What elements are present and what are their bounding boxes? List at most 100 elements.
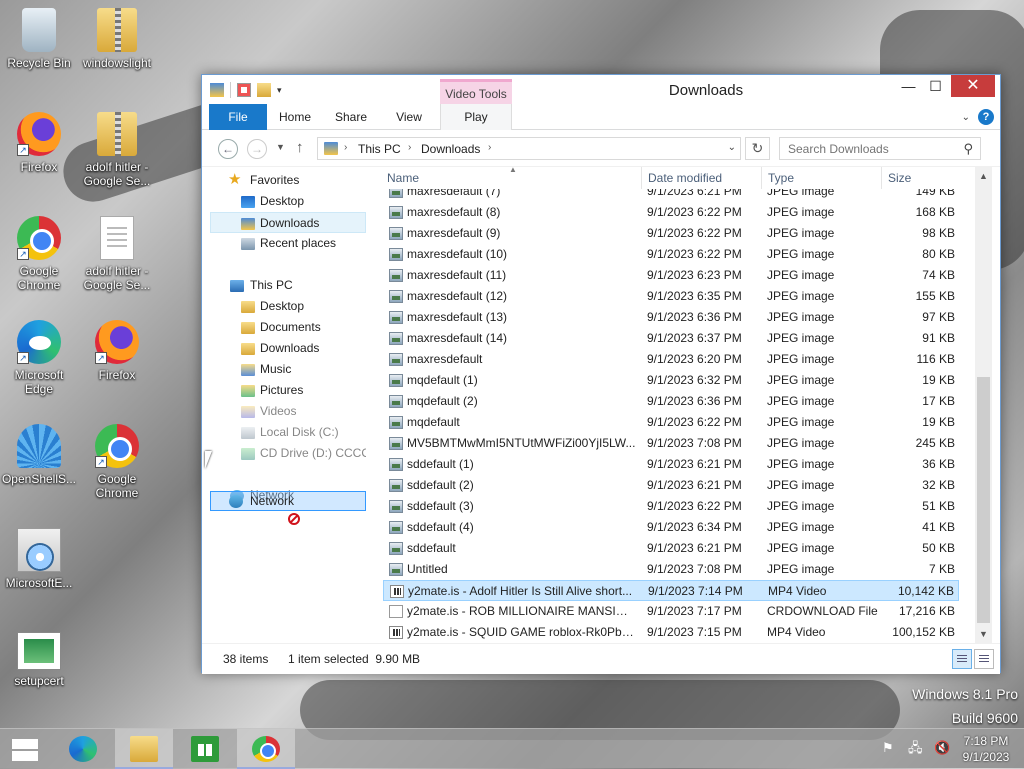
search-input[interactable] bbox=[786, 139, 956, 159]
file-row[interactable]: mqdefault 9/1/2023 6:22 PM JPEG image 19 KB bbox=[383, 412, 959, 433]
volume-muted-icon[interactable]: 🔇 bbox=[934, 741, 950, 755]
nav-thispc-music[interactable]: Music bbox=[210, 359, 366, 380]
title-bar[interactable]: ▾ Video Tools Downloads — ☐ ✕ bbox=[202, 75, 1000, 104]
file-row[interactable]: Untitled 9/1/2023 7:08 PM JPEG image 7 KB bbox=[383, 559, 959, 580]
taskbar-file-explorer[interactable] bbox=[115, 729, 173, 769]
file-row[interactable]: sddefault (3) 9/1/2023 6:22 PM JPEG image 5… bbox=[383, 496, 959, 517]
nav-favorites-downloads[interactable]: Downloads bbox=[210, 212, 366, 233]
jpeg-file-icon bbox=[389, 227, 403, 240]
vertical-scrollbar[interactable]: ▲ ▼ bbox=[975, 167, 992, 643]
file-row[interactable]: maxresdefault (11) 9/1/2023 6:23 PM JPEG i… bbox=[383, 265, 959, 286]
column-divider[interactable] bbox=[881, 167, 882, 189]
file-row[interactable]: y2mate.is - SQUID GAME roblox-Rk0PbF_...… bbox=[383, 622, 959, 643]
large-icons-view-button[interactable] bbox=[974, 649, 994, 669]
column-date-modified[interactable]: Date modified bbox=[648, 171, 722, 185]
action-center-flag-icon[interactable]: ⚑ bbox=[882, 741, 896, 755]
nav-favorites-recent-places[interactable]: Recent places bbox=[210, 233, 366, 254]
file-row[interactable]: sddefault (2) 9/1/2023 6:21 PM JPEG image 3… bbox=[383, 475, 959, 496]
desktop-icon-item[interactable]: setupcert bbox=[0, 632, 78, 688]
desktop-icon-item[interactable]: Google Chrome bbox=[0, 216, 78, 292]
file-row[interactable]: maxresdefault (14) 9/1/2023 6:37 PM JPEG i… bbox=[383, 328, 959, 349]
column-size[interactable]: Size bbox=[888, 171, 911, 185]
breadcrumb-downloads[interactable]: Downloads bbox=[421, 142, 480, 156]
up-button[interactable]: ↑ bbox=[296, 139, 304, 156]
desktop-icon-item[interactable]: Firefox bbox=[0, 112, 78, 174]
forward-button[interactable]: → bbox=[247, 139, 267, 159]
scroll-up-arrow-icon[interactable]: ▲ bbox=[979, 171, 988, 181]
taskbar-chrome[interactable] bbox=[237, 729, 295, 769]
expand-ribbon-chevron-icon[interactable]: ⌄ bbox=[962, 112, 970, 123]
desktop-icon-item[interactable]: MicrosoftE... bbox=[0, 528, 78, 590]
maximize-button[interactable]: ☐ bbox=[922, 75, 949, 97]
nav-thispc-local-disk[interactable]: Local Disk (C:) bbox=[210, 422, 366, 443]
nav-thispc-videos[interactable]: Videos bbox=[210, 401, 366, 422]
file-row[interactable]: maxresdefault (8) 9/1/2023 6:22 PM JPEG im… bbox=[383, 202, 959, 223]
scrollbar-thumb[interactable] bbox=[977, 377, 990, 623]
taskbar-edge[interactable] bbox=[54, 729, 112, 769]
nav-thispc-downloads[interactable]: Downloads bbox=[210, 338, 366, 359]
file-explorer-window[interactable]: ▾ Video Tools Downloads — ☐ ✕ File Home … bbox=[201, 74, 1001, 674]
nav-favorites-header[interactable]: ★ Favorites bbox=[210, 170, 366, 191]
desktop-icon-item[interactable]: Google Chrome bbox=[78, 424, 156, 500]
nav-thispc-pictures[interactable]: Pictures bbox=[210, 380, 366, 401]
back-button[interactable]: ← bbox=[218, 139, 238, 159]
nav-this-pc[interactable]: This PC bbox=[210, 275, 366, 296]
details-view-button[interactable] bbox=[952, 649, 972, 669]
column-type[interactable]: Type bbox=[768, 171, 794, 185]
column-divider[interactable] bbox=[761, 167, 762, 189]
file-row[interactable]: y2mate.is - Adolf Hitler Is Still Alive … bbox=[383, 580, 959, 601]
desktop-icon-item[interactable]: Microsoft Edge bbox=[0, 320, 78, 396]
desktop-icon-item[interactable]: windowslight bbox=[78, 8, 156, 70]
nav-favorites-desktop[interactable]: Desktop bbox=[210, 191, 366, 212]
desktop-icon-item[interactable]: adolf hitler - Google Se... bbox=[78, 112, 156, 188]
file-row[interactable]: maxresdefault (12) 9/1/2023 6:35 PM JPEG i… bbox=[383, 286, 959, 307]
file-row[interactable]: y2mate.is - ROB MILLIONAIRE MANSION... 9/… bbox=[383, 601, 959, 622]
breadcrumb-separator-icon[interactable]: › bbox=[344, 142, 347, 153]
refresh-button[interactable]: ↻ bbox=[745, 137, 770, 160]
tab-view[interactable]: View bbox=[384, 104, 434, 130]
network-tray-icon[interactable]: 🖧 bbox=[908, 741, 923, 755]
file-row[interactable]: maxresdefault (9) 9/1/2023 6:22 PM JPEG im… bbox=[383, 223, 959, 244]
file-row[interactable]: maxresdefault 9/1/2023 6:20 PM JPEG image 1… bbox=[383, 349, 959, 370]
search-box[interactable]: ⚲ bbox=[779, 137, 981, 160]
shortcut-arrow-icon bbox=[17, 248, 29, 260]
recent-locations-chevron-icon[interactable]: ▼ bbox=[276, 142, 285, 152]
breadcrumb-this-pc[interactable]: This PC bbox=[358, 142, 401, 156]
column-name[interactable]: Name bbox=[387, 171, 419, 185]
column-divider[interactable] bbox=[641, 167, 642, 189]
taskbar-clock[interactable]: 7:18 PM 9/1/2023 bbox=[956, 733, 1016, 765]
start-button[interactable] bbox=[0, 729, 58, 769]
file-row[interactable]: mqdefault (2) 9/1/2023 6:36 PM JPEG image 1… bbox=[383, 391, 959, 412]
nav-thispc-desktop[interactable]: Desktop bbox=[210, 296, 366, 317]
address-bar[interactable]: › This PC › Downloads › ⌄ bbox=[317, 137, 741, 160]
desktop-icon-item[interactable]: adolf hitler - Google Se... bbox=[78, 216, 156, 292]
desktop-icon-item[interactable]: Recycle Bin bbox=[0, 8, 78, 70]
desktop-icon-item[interactable]: Firefox bbox=[78, 320, 156, 382]
file-row[interactable]: sddefault (1) 9/1/2023 6:21 PM JPEG image 3… bbox=[383, 454, 959, 475]
file-row[interactable]: maxresdefault (13) 9/1/2023 6:36 PM JPEG i… bbox=[383, 307, 959, 328]
file-row[interactable]: mqdefault (1) 9/1/2023 6:32 PM JPEG image 1… bbox=[383, 370, 959, 391]
breadcrumb-separator-icon[interactable]: › bbox=[408, 142, 411, 153]
breadcrumb-separator-icon[interactable]: › bbox=[488, 142, 491, 153]
file-row[interactable]: sddefault 9/1/2023 6:21 PM JPEG image 50 KB bbox=[383, 538, 959, 559]
tab-file[interactable]: File bbox=[209, 104, 267, 130]
file-row[interactable]: maxresdefault (10) 9/1/2023 6:22 PM JPEG i… bbox=[383, 244, 959, 265]
tab-share[interactable]: Share bbox=[326, 104, 376, 130]
desktop-icon-item[interactable]: OpenShellS... bbox=[0, 424, 78, 486]
help-icon[interactable]: ? bbox=[978, 109, 994, 125]
taskbar-store[interactable] bbox=[176, 729, 234, 769]
file-name: mqdefault (1) bbox=[407, 373, 478, 387]
file-row[interactable]: MV5BMTMwMmI5NTUtMWFiZi00YjI5LW... 9/1/202… bbox=[383, 433, 959, 454]
nav-thispc-documents[interactable]: Documents bbox=[210, 317, 366, 338]
file-list[interactable]: ▲ Name Date modified Type Size maxresdef… bbox=[383, 167, 959, 643]
close-button[interactable]: ✕ bbox=[951, 75, 995, 97]
nav-thispc-cd-drive[interactable]: CD Drive (D:) CCCOI bbox=[210, 443, 366, 464]
tab-play[interactable]: Play bbox=[440, 104, 512, 130]
tab-home[interactable]: Home bbox=[270, 104, 320, 130]
search-icon[interactable]: ⚲ bbox=[963, 141, 973, 157]
scroll-down-arrow-icon[interactable]: ▼ bbox=[979, 629, 988, 639]
minimize-button[interactable]: — bbox=[895, 75, 922, 97]
file-name: maxresdefault (8) bbox=[407, 205, 501, 219]
address-history-chevron-icon[interactable]: ⌄ bbox=[728, 142, 736, 153]
file-row[interactable]: sddefault (4) 9/1/2023 6:34 PM JPEG image 4… bbox=[383, 517, 959, 538]
